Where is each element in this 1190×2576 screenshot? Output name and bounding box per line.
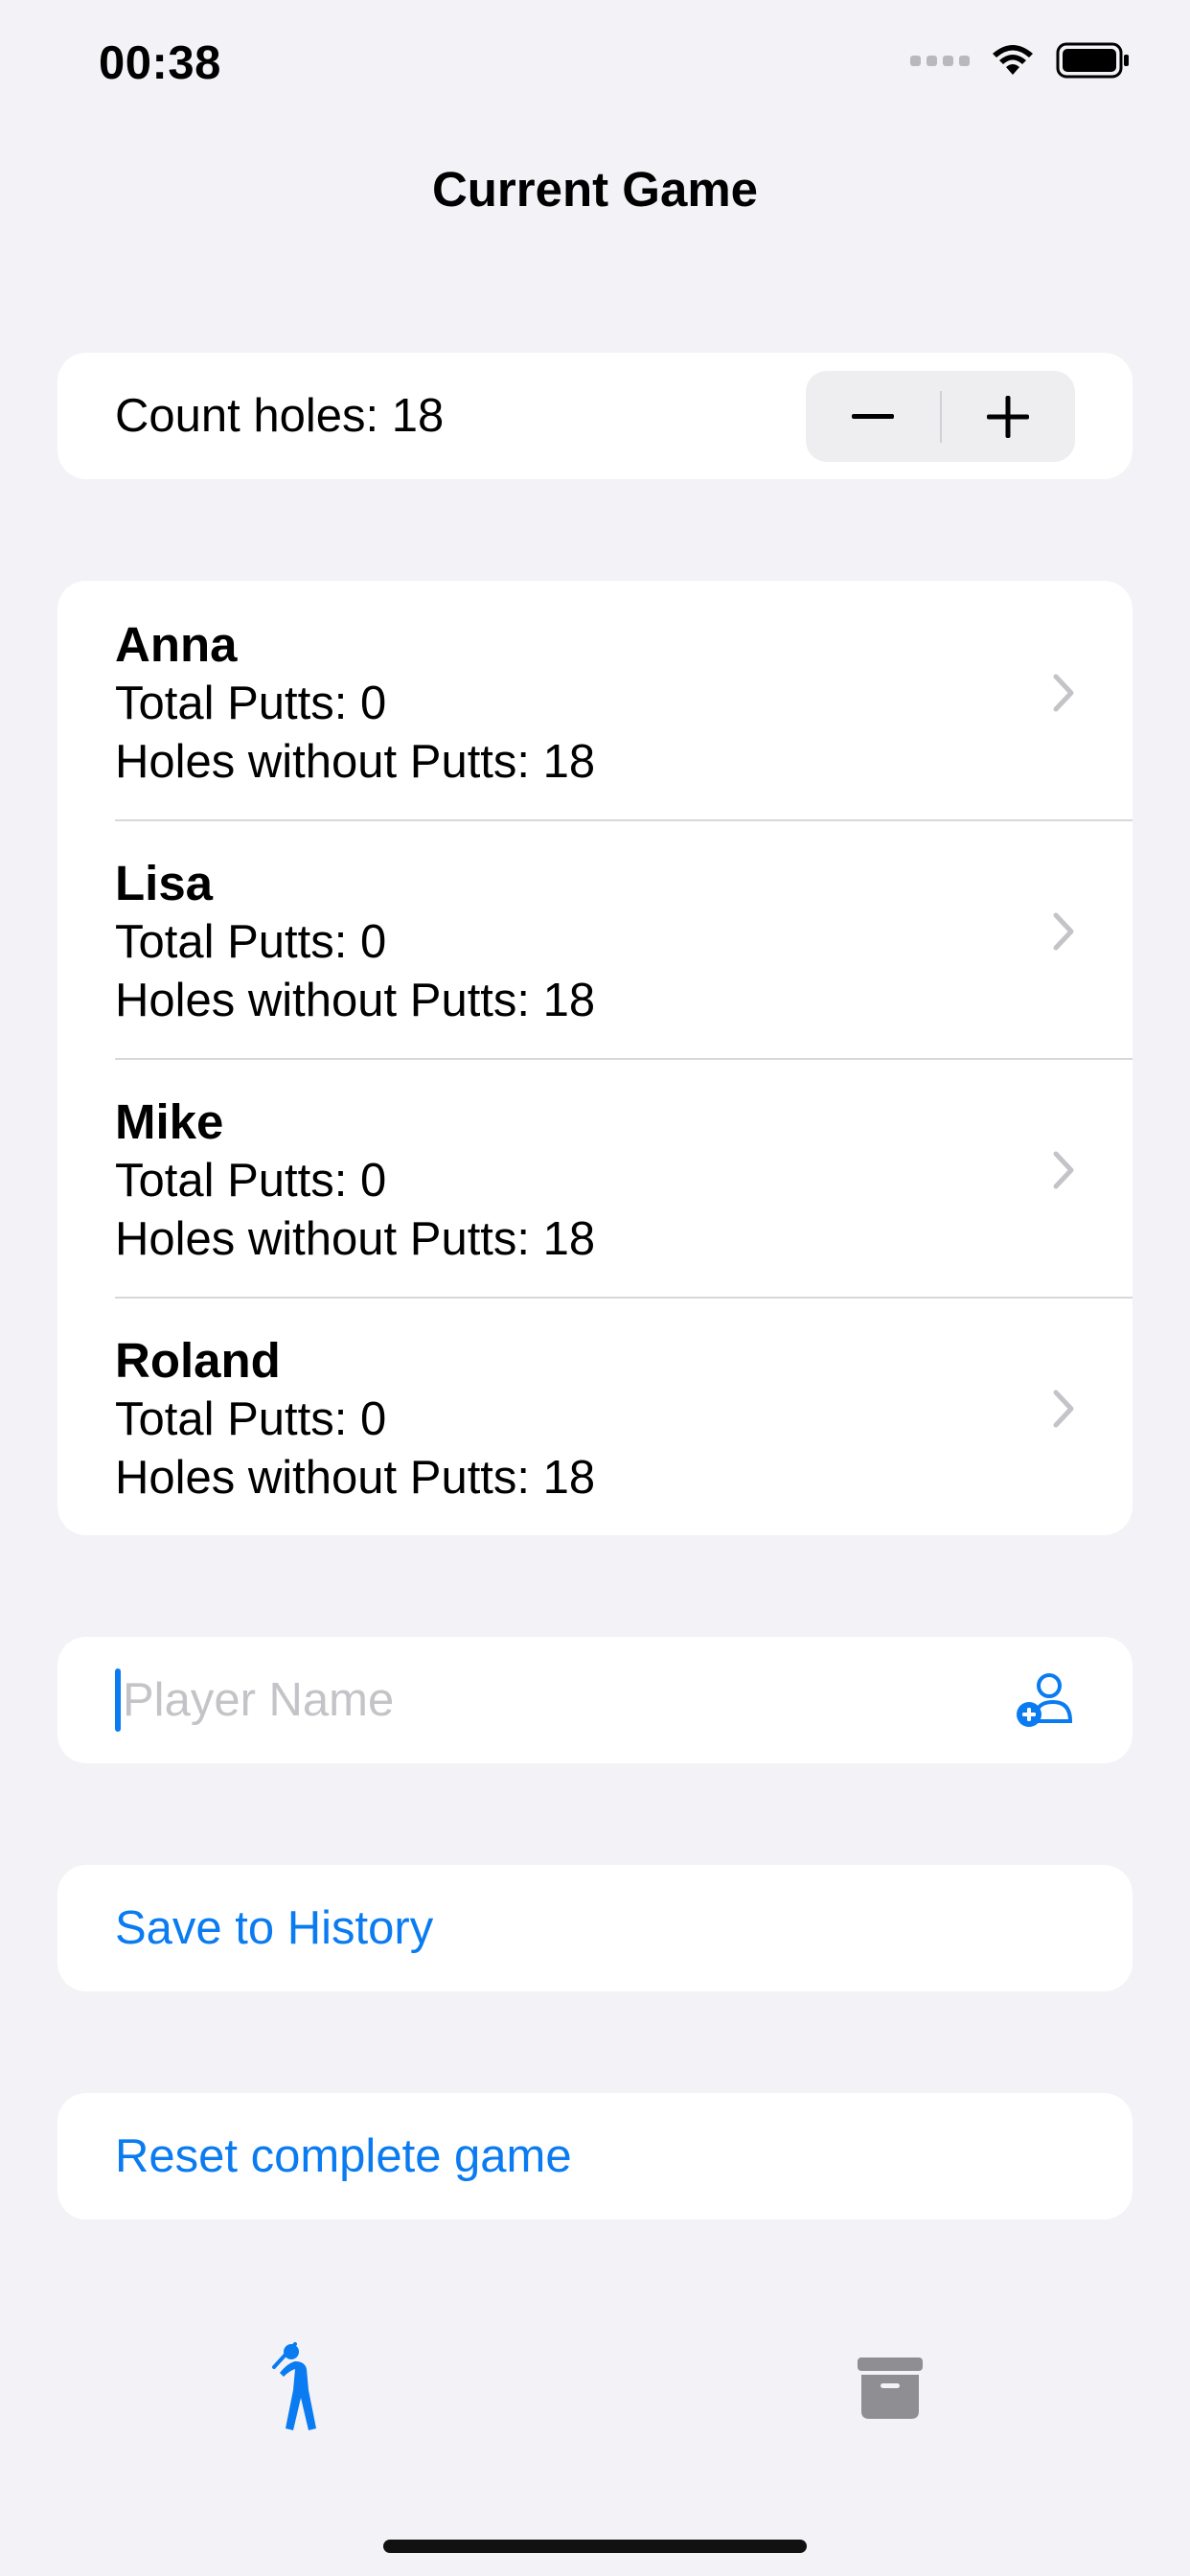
- cellular-signal-icon: [910, 55, 970, 66]
- player-total-putts: Total Putts: 0: [115, 678, 387, 729]
- battery-icon: [1056, 42, 1129, 79]
- save-to-history-label: Save to History: [115, 1902, 434, 1954]
- player-holes-without-putts: Holes without Putts: 18: [115, 975, 596, 1026]
- status-time: 00:38: [99, 37, 221, 89]
- player-holes-without-putts: Holes without Putts: 18: [115, 1213, 596, 1265]
- player-name: Anna: [115, 617, 238, 672]
- archive-box-icon: [858, 2358, 923, 2419]
- player-total-putts: Total Putts: 0: [115, 1393, 387, 1445]
- minus-icon: [851, 413, 894, 419]
- chevron-right-icon: [1053, 912, 1074, 951]
- chevron-right-icon: [1053, 1151, 1074, 1189]
- chevron-right-icon: [1053, 1390, 1074, 1428]
- player-name: Mike: [115, 1094, 224, 1149]
- wifi-icon: [993, 45, 1033, 75]
- player-total-putts: Total Putts: 0: [115, 1155, 387, 1207]
- chevron-right-icon: [1053, 674, 1074, 712]
- reset-game-button[interactable]: Reset complete game: [57, 2093, 1133, 2220]
- holes-count-card: Count holes: 18: [57, 353, 1133, 479]
- page-title: Current Game: [431, 162, 759, 217]
- players-list: Anna Total Putts: 0 Holes without Putts:…: [57, 581, 1133, 1535]
- player-row-roland[interactable]: Roland Total Putts: 0 Holes without Putt…: [57, 1297, 1133, 1535]
- save-to-history-button[interactable]: Save to History: [57, 1865, 1133, 1991]
- player-name: Roland: [115, 1333, 281, 1388]
- home-indicator[interactable]: [383, 2540, 807, 2553]
- decrement-holes-button[interactable]: [806, 371, 940, 462]
- holes-stepper: [806, 371, 1075, 462]
- status-indicators: [910, 42, 1131, 79]
- player-holes-without-putts: Holes without Putts: 18: [115, 736, 596, 788]
- player-name-input[interactable]: [123, 1673, 985, 1727]
- status-bar: 00:38: [0, 0, 1190, 129]
- person-add-icon[interactable]: [1016, 1671, 1075, 1729]
- player-row-mike[interactable]: Mike Total Putts: 0 Holes without Putts:…: [57, 1058, 1133, 1297]
- plus-icon: [987, 395, 1030, 438]
- player-name-input-card: [57, 1637, 1133, 1763]
- increment-holes-button[interactable]: [942, 371, 1076, 462]
- text-cursor: [115, 1668, 121, 1732]
- holes-count-label: Count holes: 18: [115, 390, 445, 442]
- player-total-putts: Total Putts: 0: [115, 916, 387, 968]
- player-holes-without-putts: Holes without Putts: 18: [115, 1452, 596, 1504]
- player-name: Lisa: [115, 856, 214, 910]
- golfer-icon: [272, 2342, 316, 2430]
- reset-game-label: Reset complete game: [115, 2130, 572, 2182]
- tab-bar: [0, 2319, 1190, 2463]
- tab-current-game[interactable]: [266, 2340, 326, 2439]
- player-row-anna[interactable]: Anna Total Putts: 0 Holes without Putts:…: [57, 581, 1133, 819]
- tab-history[interactable]: [858, 2358, 923, 2424]
- player-row-lisa[interactable]: Lisa Total Putts: 0 Holes without Putts:…: [57, 819, 1133, 1058]
